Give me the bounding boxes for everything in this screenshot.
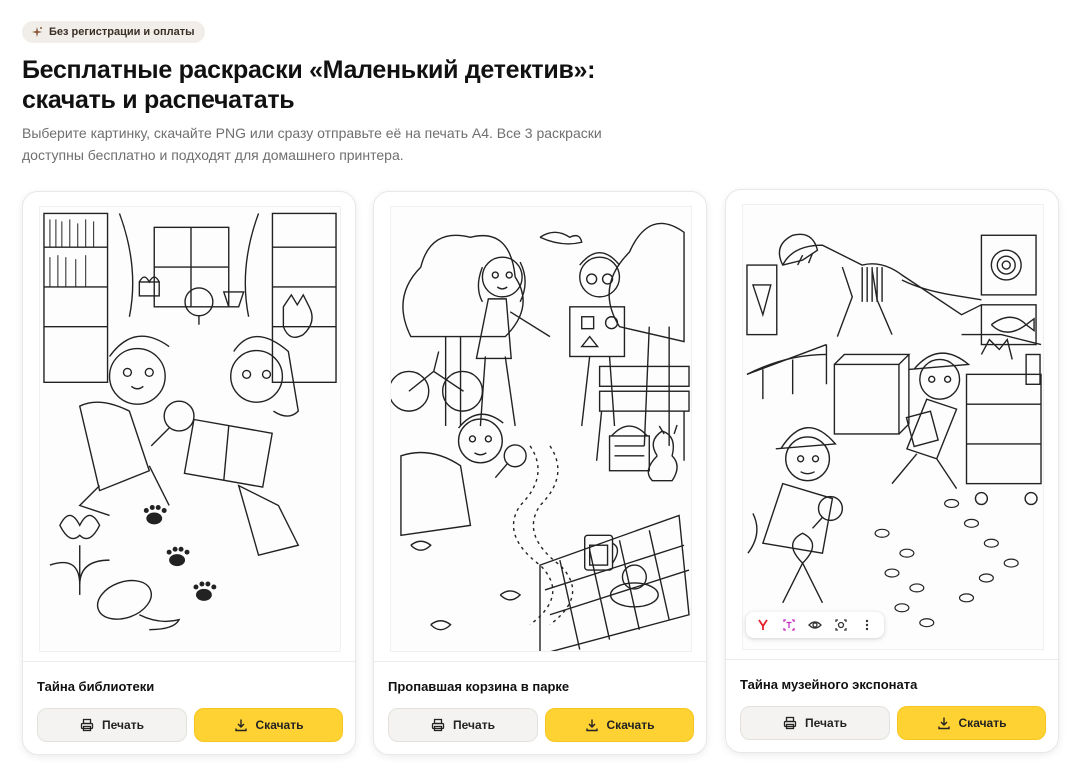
download-button-label: Скачать [255,718,304,732]
download-icon [585,719,598,732]
page-title-line-2: скачать и распечатать [22,86,295,114]
card-title: Тайна музейного экспоната [740,677,918,692]
page-title: Бесплатные раскраски «Маленький детектив… [22,55,722,115]
coloring-card-park: Пропавшая корзина в парке Печать Скачать [373,191,707,755]
subtitle-line-2: доступны бесплатно и подходят для домашн… [22,147,404,163]
coloring-card-museum: Тайна музейного экспоната Печать Скачать [725,189,1059,753]
subtitle-line-1: Выберите картинку, скачайте PNG или сраз… [22,125,602,141]
image-overlay-toolbar [746,612,884,638]
page-subtitle: Выберите картинку, скачайте PNG или сраз… [22,122,662,166]
text-select-icon[interactable] [778,615,800,635]
card-divider [374,661,706,662]
print-button-label: Печать [453,718,495,732]
download-button[interactable]: Скачать [897,706,1046,740]
badge-label: Без регистрации и оплаты [49,26,195,38]
printer-icon [80,718,94,732]
download-button[interactable]: Скачать [545,708,694,742]
download-button-label: Скачать [958,716,1007,730]
card-title: Тайна библиотеки [37,679,155,694]
print-button[interactable]: Печать [388,708,538,742]
print-button-label: Печать [805,716,847,730]
camera-icon[interactable] [830,615,852,635]
museum-illustration [746,233,1042,628]
card-title: Пропавшая корзина в парке [388,679,570,694]
printer-icon [431,718,445,732]
coloring-image-park[interactable] [390,206,692,652]
printer-icon [783,716,797,730]
download-icon [937,717,950,730]
library-illustration [43,212,337,631]
no-registration-badge: Без регистрации и оплаты [22,21,206,43]
download-icon [234,719,247,732]
download-button[interactable]: Скачать [194,708,343,742]
card-divider [726,659,1058,660]
print-button-label: Печать [102,718,144,732]
page-title-line-1: Бесплатные раскраски «Маленький детектив… [22,56,596,84]
download-button-label: Скачать [606,718,655,732]
print-button[interactable]: Печать [740,706,890,740]
coloring-image-museum[interactable] [742,204,1044,650]
park-illustration [391,222,690,651]
coloring-image-library[interactable] [39,206,341,652]
eye-icon[interactable] [804,615,826,635]
sparkle-icon [32,27,42,37]
card-divider [23,661,355,662]
print-button[interactable]: Печать [37,708,187,742]
yandex-icon[interactable] [752,615,774,635]
more-icon[interactable] [856,615,878,635]
coloring-card-library: Тайна библиотеки Печать Скачать [22,191,356,755]
